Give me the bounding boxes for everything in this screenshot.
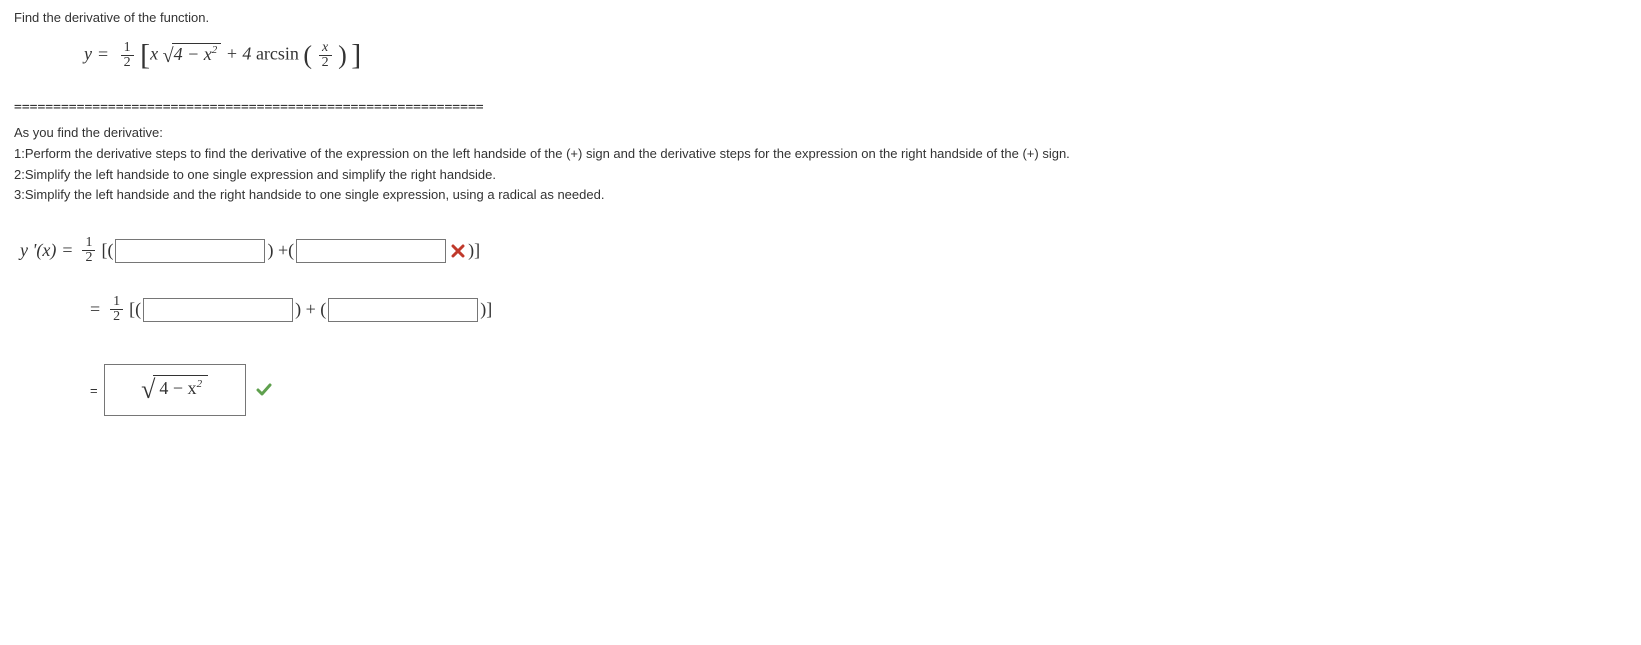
problem-prompt: Find the derivative of the function. (14, 10, 1627, 25)
incorrect-icon (450, 243, 466, 259)
answer-input-2b[interactable] (328, 298, 478, 322)
final-answer-box: √4 − x2 (104, 364, 246, 416)
answer-input-2a[interactable] (143, 298, 293, 322)
step-2-row: = 1 2 [( ) + ( )] (84, 295, 1627, 324)
instruction-1: 1:Perform the derivative steps to find t… (14, 144, 1627, 165)
answer-input-1b[interactable] (296, 239, 446, 263)
step-1-row: y '(x) = 1 2 [( ) +( )] (20, 236, 1627, 265)
correct-icon (256, 382, 272, 398)
answer-input-1a[interactable] (115, 239, 265, 263)
separator: ========================================… (14, 100, 1627, 115)
given-formula: y= 1 2 [x √4 − x2 + 4 arcsin ( x 2 ) ] (84, 41, 1627, 70)
instruction-2: 2:Simplify the left handside to one sing… (14, 165, 1627, 186)
final-answer-row: = √4 − x2 (84, 364, 1627, 416)
yprime-label: y '(x) (20, 240, 56, 261)
instructions-heading: As you find the derivative: (14, 123, 1627, 144)
instruction-3: 3:Simplify the left handside and the rig… (14, 185, 1627, 206)
instructions: As you find the derivative: 1:Perform th… (14, 123, 1627, 206)
